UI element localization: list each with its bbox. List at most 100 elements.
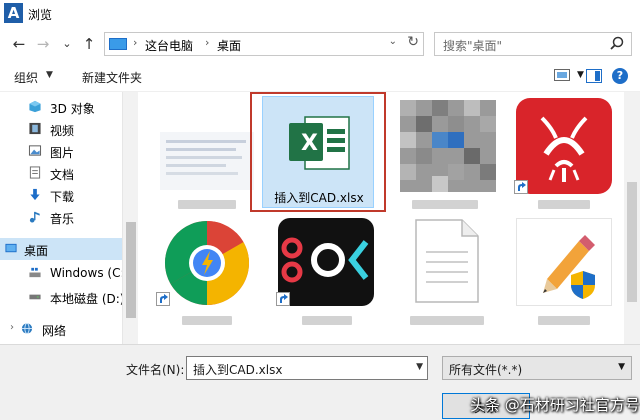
sidebar-item-label: 桌面 — [24, 244, 49, 258]
breadcrumb-desktop[interactable]: 桌面 — [217, 37, 241, 54]
file-name — [182, 316, 232, 325]
window-title: 浏览 — [28, 8, 53, 22]
filename-value: 插入到CAD.xlsx — [193, 363, 283, 377]
forward-button[interactable]: → — [34, 34, 52, 54]
change-view-icon[interactable] — [554, 69, 570, 81]
filetype-select[interactable]: 所有文件(*.*) ▼ — [442, 356, 632, 380]
file-item[interactable] — [510, 96, 620, 214]
picture-icon — [28, 145, 42, 156]
organize-caret-icon[interactable]: ▼ — [46, 70, 53, 80]
sidebar-item-3d-objects[interactable]: 3D 对象 — [0, 96, 122, 118]
address-bar[interactable]: › 这台电脑 › 桌面 ⌄ ↻ — [104, 32, 424, 56]
preview-pane-icon[interactable] — [586, 69, 602, 83]
chevron-right-icon[interactable]: › — [10, 322, 14, 333]
pencil-icon — [543, 235, 595, 299]
this-pc-icon — [109, 38, 127, 50]
sidebar-item-label: 下载 — [50, 190, 75, 204]
filename-label: 文件名(N): — [126, 363, 185, 377]
sidebar-scrollbar-thumb[interactable] — [126, 222, 136, 318]
help-icon[interactable]: ? — [612, 68, 628, 84]
excel-file-icon — [289, 116, 350, 170]
search-input[interactable]: 搜索"桌面" — [434, 32, 632, 56]
shortcut-arrow-icon — [156, 292, 170, 306]
sidebar-item-music[interactable]: 音乐 — [0, 206, 122, 228]
circles-logo-icon — [281, 237, 369, 283]
file-item[interactable] — [152, 214, 262, 332]
chevron-right-icon[interactable]: › — [133, 36, 137, 49]
new-folder-button[interactable]: 新建文件夹 — [82, 69, 142, 86]
file-item-selected[interactable]: X 插入到CAD.xlsx — [262, 96, 374, 208]
up-button[interactable]: ↑ — [80, 34, 98, 54]
navigation-bar: ← → ⌄ ↑ › 这台电脑 › 桌面 ⌄ ↻ 搜索"桌面" — [0, 28, 640, 62]
view-options-caret-icon[interactable]: ▼ — [577, 70, 584, 80]
cube-icon — [29, 100, 41, 113]
search-placeholder: 搜索"桌面" — [443, 39, 503, 53]
sidebar-item-windows-drive[interactable]: Windows (C: — [0, 262, 125, 284]
sidebar-item-videos[interactable]: 视频 — [0, 118, 122, 140]
file-name — [410, 316, 484, 325]
download-arrow-icon — [30, 188, 40, 201]
windows-drive-icon — [29, 267, 41, 278]
file-item[interactable] — [272, 214, 382, 332]
shortcut-arrow-icon — [276, 292, 290, 306]
music-note-icon — [29, 211, 40, 223]
sidebar-item-network[interactable]: › 网络 — [0, 318, 122, 340]
app-icon: A — [4, 3, 23, 23]
sidebar-item-local-disk-d[interactable]: 本地磁盘 (D:) — [0, 286, 125, 308]
back-button[interactable]: ← — [10, 34, 28, 54]
file-item[interactable] — [392, 96, 502, 214]
command-toolbar: 组织 ▼ 新建文件夹 ▼ ? — [0, 62, 640, 92]
sidebar-item-label: 3D 对象 — [50, 102, 95, 116]
browser-icon — [164, 220, 250, 305]
file-item[interactable] — [510, 214, 620, 332]
sidebar-item-label: 视频 — [50, 124, 75, 138]
film-icon — [29, 122, 41, 135]
breadcrumb-this-pc[interactable]: 这台电脑 — [145, 37, 193, 54]
text-file-icon — [415, 219, 479, 303]
watermark: 头条 @石材研习社官方号 — [470, 396, 640, 414]
network-icon — [21, 322, 33, 335]
sidebar-item-pictures[interactable]: 图片 — [0, 140, 122, 162]
excel-letter: X — [301, 131, 318, 156]
sidebar-item-label: 本地磁盘 (D:) — [50, 292, 125, 306]
file-name — [538, 316, 590, 325]
document-icon — [29, 166, 41, 179]
file-name — [302, 316, 352, 325]
sidebar-item-label: 网络 — [42, 324, 67, 338]
file-list-scrollbar-thumb[interactable] — [627, 182, 637, 302]
file-list-scrollbar[interactable] — [624, 92, 640, 344]
title-bar: A 浏览 — [0, 0, 640, 28]
sidebar-item-label: Windows (C: — [50, 266, 125, 280]
chevron-right-icon[interactable]: › — [205, 36, 209, 49]
drive-icon — [29, 294, 41, 300]
refresh-icon[interactable]: ↻ — [407, 34, 419, 50]
shortcut-arrow-icon — [514, 180, 528, 194]
file-name: 插入到CAD.xlsx — [274, 191, 364, 205]
file-item[interactable] — [392, 214, 502, 332]
sidebar-item-label: 图片 — [50, 146, 75, 160]
filetype-value: 所有文件(*.*) — [449, 363, 523, 377]
sidebar-item-desktop[interactable]: 桌面 — [0, 238, 122, 260]
sidebar-item-label: 文档 — [50, 168, 75, 182]
search-icon[interactable] — [609, 35, 625, 53]
black-app-icon — [278, 218, 374, 306]
filename-input[interactable]: 插入到CAD.xlsx ▼ — [186, 356, 428, 380]
desktop-icon — [5, 243, 17, 253]
filetype-dropdown-icon[interactable]: ▼ — [618, 362, 625, 372]
file-name — [412, 200, 478, 209]
file-thumbnail — [160, 132, 254, 190]
sidebar-item-label: 音乐 — [50, 212, 75, 226]
file-thumbnail — [400, 100, 496, 192]
file-name — [178, 200, 236, 209]
firefly-icon — [540, 116, 588, 182]
red-app-icon — [516, 98, 612, 194]
sidebar-item-downloads[interactable]: 下载 — [0, 184, 122, 206]
file-thumbnail — [516, 218, 612, 306]
sidebar-item-documents[interactable]: 文档 — [0, 162, 122, 184]
filename-dropdown-icon[interactable]: ▼ — [416, 362, 423, 372]
recent-locations-dropdown[interactable]: ⌄ — [58, 34, 76, 54]
organize-button[interactable]: 组织 — [14, 69, 38, 86]
sidebar-scrollbar[interactable] — [122, 92, 138, 344]
file-item[interactable] — [152, 96, 262, 214]
address-dropdown-icon[interactable]: ⌄ — [389, 36, 397, 47]
